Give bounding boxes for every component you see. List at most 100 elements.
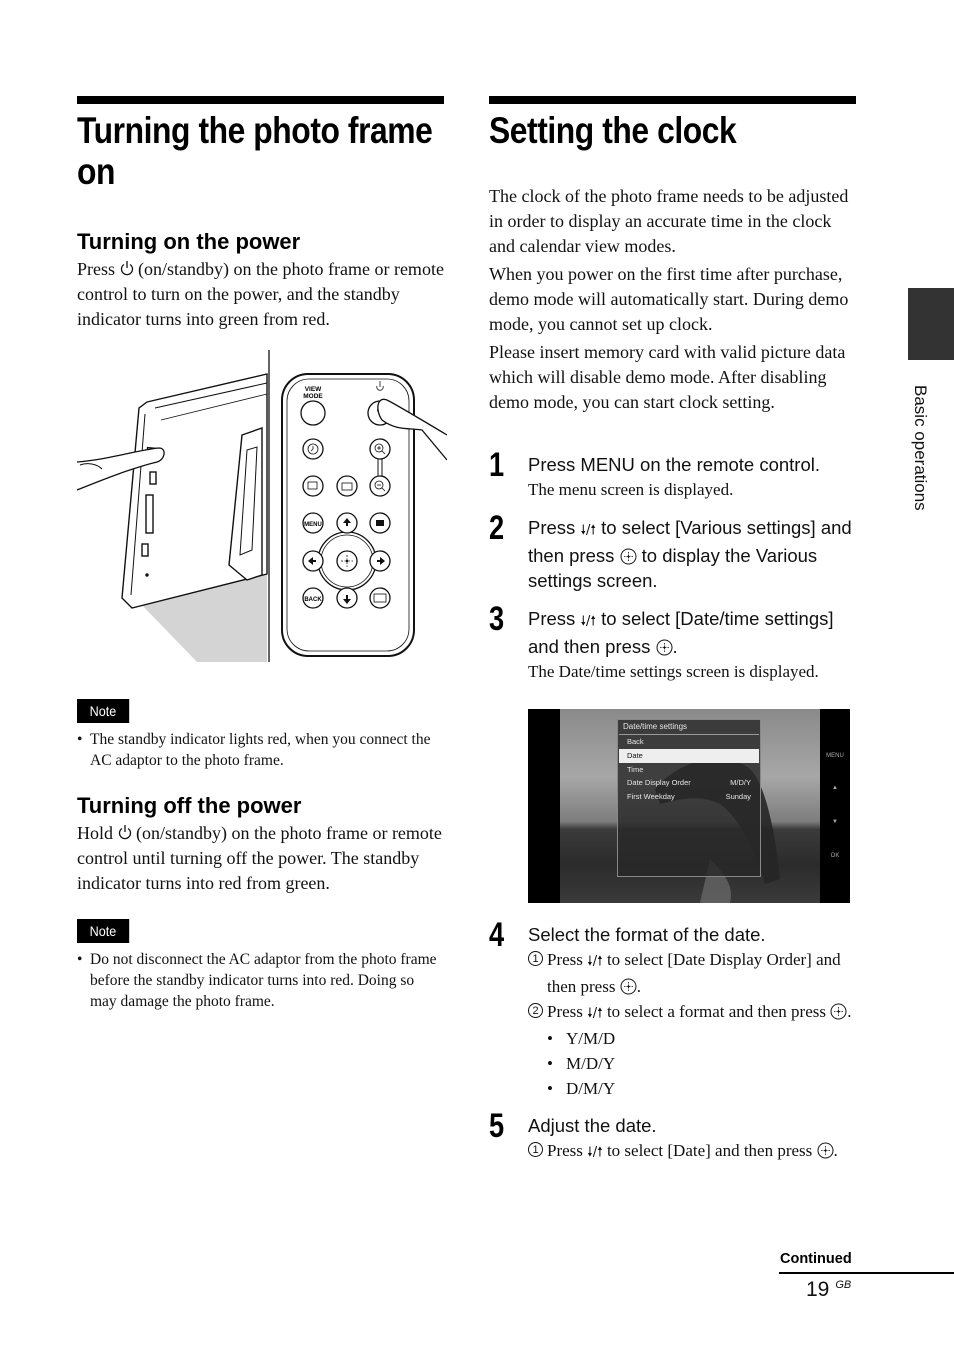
step-5: 5 Adjust the date. 1 Press 🠗/🠕 to select… bbox=[489, 1109, 856, 1165]
text-before-icon: Hold bbox=[77, 823, 113, 843]
enter-button-icon bbox=[817, 1142, 834, 1159]
intro-paragraph: The clock of the photo frame needs to be… bbox=[489, 186, 849, 256]
text-after-icon: (on/standby) on the photo frame or remot… bbox=[77, 823, 442, 893]
screen-side-buttons: MENU ▲ ▼ OK bbox=[820, 709, 850, 903]
power-standby-icon bbox=[118, 825, 131, 840]
screen-menu-label: MENU bbox=[826, 753, 844, 759]
sub-step-text: Press bbox=[547, 1002, 583, 1021]
screen-ok-label: OK bbox=[830, 853, 840, 859]
sub-step-text: . bbox=[636, 977, 641, 996]
heading-turning-off: Turning off the power bbox=[77, 793, 302, 818]
title-rule bbox=[77, 96, 444, 104]
step-number: 2 bbox=[489, 509, 505, 547]
screen-down-label: ▼ bbox=[832, 819, 838, 825]
sub-step: 2 Press 🠗/🠕 to select a format and then … bbox=[528, 999, 856, 1101]
dialog-menu-row[interactable]: Date bbox=[619, 748, 759, 763]
dialog-menu-row[interactable]: Back bbox=[618, 735, 760, 749]
paragraph-turning-on: Press (on/standby) on the photo frame or… bbox=[77, 257, 444, 332]
step-title: Adjust the date. bbox=[528, 1115, 657, 1136]
sub-step-text: Press bbox=[547, 1141, 583, 1160]
step-text: . bbox=[672, 636, 678, 657]
page-title-power: Turning the photo frame on bbox=[77, 110, 433, 192]
down-up-arrow-icon: 🠗/🠕 bbox=[580, 523, 596, 538]
sub-step-text: . bbox=[833, 1141, 838, 1160]
step-text: Press bbox=[528, 517, 576, 538]
settings-dialog: Date/time settings Back Date Time Date Disp… bbox=[617, 719, 761, 877]
note-item: The standby indicator lights red, when y… bbox=[77, 729, 444, 771]
circled-number: 2 bbox=[528, 1003, 543, 1018]
step-title: Press MENU on the remote control. bbox=[528, 454, 820, 475]
step-title: Press 🠗/🠕 to select [Various settings] a… bbox=[528, 515, 856, 593]
sub-step-text: to select a format and then press bbox=[606, 1002, 826, 1021]
frame-and-remote-drawing: VIEW MODE MENU BACK bbox=[76, 350, 448, 662]
circled-number: 1 bbox=[528, 951, 543, 966]
row-value: M/D/Y bbox=[730, 778, 751, 788]
row-label: First Weekday bbox=[627, 792, 675, 802]
left-column-lower: Note The standby indicator lights red, w… bbox=[77, 699, 444, 1012]
format-option: D/M/Y bbox=[547, 1076, 856, 1101]
paragraph-turning-off: Hold (on/standby) on the photo frame or … bbox=[77, 821, 444, 896]
row-label: Back bbox=[627, 737, 644, 746]
step-number: 3 bbox=[489, 600, 505, 638]
sub-step-text: Press bbox=[547, 950, 583, 969]
remote-label-mode: MODE bbox=[303, 393, 323, 400]
remote-import-button bbox=[336, 475, 358, 497]
step-2: 2 Press 🠗/🠕 to select [Various settings]… bbox=[489, 511, 856, 593]
circled-number: 1 bbox=[528, 1142, 543, 1157]
sub-step: 1 Press 🠗/🠕 to select [Date] and then pr… bbox=[528, 1138, 856, 1165]
photo-frame-drawing bbox=[121, 373, 268, 609]
sub-step-text: . bbox=[847, 1002, 852, 1021]
down-up-arrow-icon: 🠗/🠕 bbox=[587, 1006, 603, 1021]
remote-control-drawing: VIEW MODE MENU BACK bbox=[281, 373, 448, 657]
remote-rotate-button bbox=[369, 587, 391, 609]
power-illustration: VIEW MODE MENU BACK bbox=[76, 350, 448, 662]
dialog-menu-row[interactable]: Date Display Order M/D/Y bbox=[618, 776, 760, 790]
remote-label-menu: MENU bbox=[304, 522, 322, 528]
down-up-arrow-icon: 🠗/🠕 bbox=[587, 1145, 603, 1160]
title-rule bbox=[489, 96, 856, 104]
step-result: The Date/time settings screen is display… bbox=[528, 662, 819, 681]
enter-button-icon bbox=[620, 548, 637, 565]
down-up-arrow-icon: 🠗/🠕 bbox=[587, 954, 603, 969]
intro-paragraph: When you power on the first time after p… bbox=[489, 264, 849, 334]
down-up-arrow-icon: 🠗/🠕 bbox=[580, 614, 596, 629]
row-label: Date Display Order bbox=[627, 778, 691, 788]
dialog-menu-row[interactable]: First Weekday Sunday bbox=[618, 790, 760, 804]
heading-turning-on: Turning on the power bbox=[77, 229, 301, 254]
step-text: Press bbox=[528, 608, 576, 629]
step-result: The menu screen is displayed. bbox=[528, 480, 734, 499]
row-label: Time bbox=[627, 764, 644, 774]
remote-zoom-in-button bbox=[369, 438, 391, 460]
sub-step-text: to select [Date] and then press bbox=[606, 1141, 813, 1160]
step-4: 4 Select the format of the date. 1 Press… bbox=[489, 918, 856, 1101]
text-before-icon: Press bbox=[77, 259, 116, 279]
right-column: Setting the clock The clock of the photo… bbox=[489, 96, 856, 684]
chapter-tab bbox=[908, 288, 954, 360]
date-time-settings-screenshot: Date/time settings Back Date Time Date Disp… bbox=[528, 709, 850, 903]
right-column-lower: 4 Select the format of the date. 1 Press… bbox=[489, 918, 856, 1165]
note-badge: Note bbox=[77, 919, 129, 943]
row-label: Date bbox=[627, 750, 643, 760]
remote-slideshow-button bbox=[302, 475, 324, 497]
step-number: 1 bbox=[489, 446, 505, 484]
note-badge: Note bbox=[77, 699, 129, 723]
step-title: Select the format of the date. bbox=[528, 924, 766, 945]
remote-label-back: BACK bbox=[304, 597, 322, 603]
footer-rule bbox=[779, 1272, 954, 1274]
step-number: 5 bbox=[489, 1107, 505, 1145]
row-value: Sunday bbox=[725, 792, 751, 802]
continued-label: Continued bbox=[780, 1251, 852, 1267]
page-title-clock: Setting the clock bbox=[489, 110, 737, 151]
page-number: 19 GB bbox=[806, 1278, 851, 1302]
dialog-menu-row[interactable]: Time bbox=[618, 763, 760, 777]
format-option: M/D/Y bbox=[547, 1051, 856, 1076]
power-standby-icon bbox=[120, 261, 133, 276]
format-option: Y/M/D bbox=[547, 1026, 856, 1051]
steps-list: 1 Press MENU on the remote control. The … bbox=[489, 448, 856, 684]
intro-paragraph: Please insert memory card with valid pic… bbox=[489, 342, 846, 412]
enter-button-icon bbox=[830, 1003, 847, 1020]
dialog-title: Date/time settings bbox=[619, 720, 759, 735]
step-3: 3 Press 🠗/🠕 to select [Date/time setting… bbox=[489, 602, 856, 684]
left-column: Turning the photo frame on Turning on th… bbox=[77, 96, 444, 332]
screen-up-label: ▲ bbox=[832, 785, 838, 791]
